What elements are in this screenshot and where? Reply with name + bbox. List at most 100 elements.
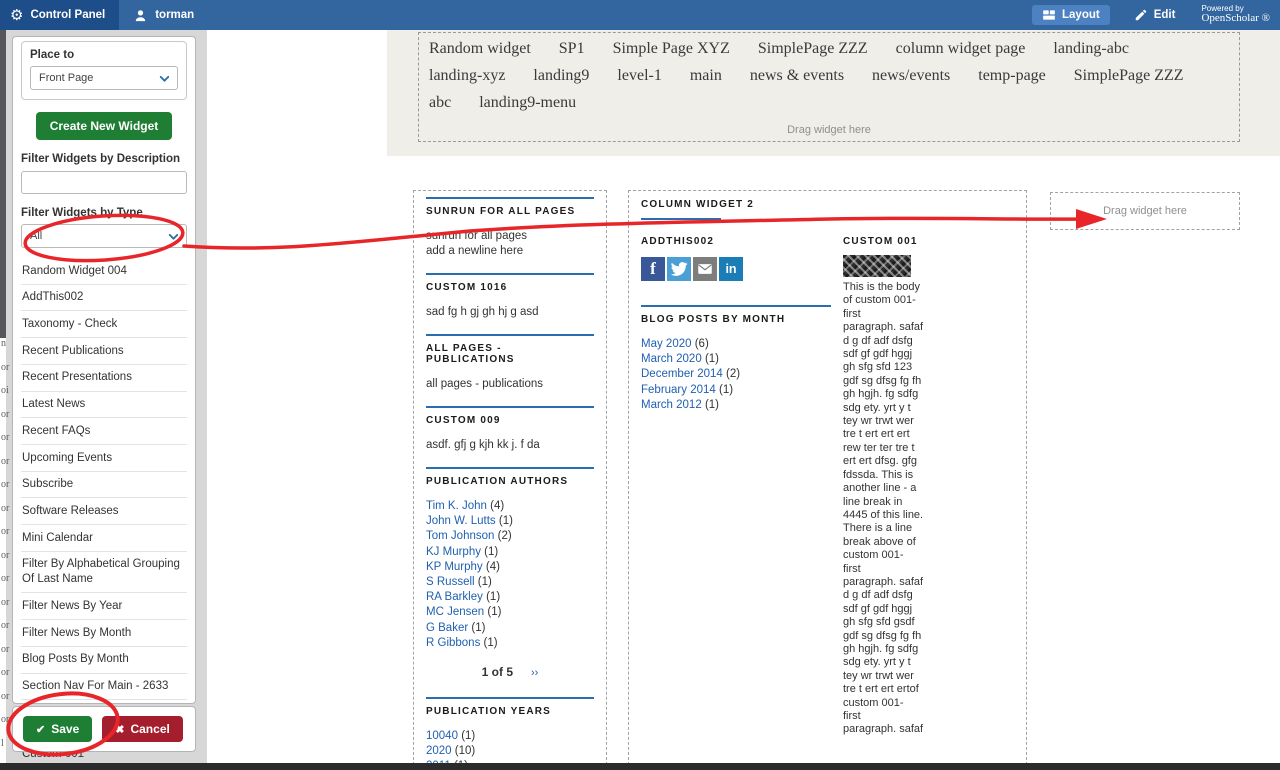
widget-list-item[interactable]: Recent Publications [21,338,187,365]
column-widget-2-left: ADDTHIS002 f in BLOG POSTS BY MONTH May [641,236,831,737]
chevron-down-icon [158,72,171,85]
widget-picker-panel: Place to Front Page Create New Widget Fi… [12,36,196,704]
facet-link[interactable]: March 2020 [641,353,702,365]
facet-link[interactable]: KJ Murphy [426,546,481,558]
menu-link[interactable]: news/events [872,67,950,85]
place-to-select[interactable]: Front Page [30,66,178,90]
facet-count: (6) [695,338,709,350]
widget-list-item[interactable]: Blog Posts By Month [21,647,187,674]
twitter-icon[interactable] [667,257,691,281]
menu-link[interactable]: column widget page [896,40,1026,58]
widget-list-item[interactable]: Mini Calendar [21,525,187,552]
blue-rule [641,218,721,220]
widget-title: ALL PAGES - PUBLICATIONS [426,343,594,365]
widget-list-item[interactable]: Filter By Alphabetical Grouping Of Last … [21,552,187,593]
widget-body: sad fg h gj gh hj g asd [426,305,594,320]
facet-link[interactable]: KP Murphy [426,561,483,573]
menu-link[interactable]: landing-xyz [429,67,505,85]
facet-count: (1) [461,730,475,742]
facet-link[interactable]: Tom Johnson [426,530,494,542]
menu-link[interactable]: landing9-menu [479,94,576,112]
control-panel-label: Control Panel [30,9,105,21]
layout-button[interactable]: Layout [1032,5,1110,25]
addthis-title: ADDTHIS002 [641,236,831,247]
facet-link[interactable]: March 2012 [641,399,702,411]
pager-next-link[interactable]: ›› [531,667,538,679]
pager-status: 1 of 5 [482,665,513,679]
publication-years-widget: PUBLICATION YEARS 10040 (1)2020 (10)2011… [426,697,594,770]
control-panel-tab[interactable]: ⚙ Control Panel [0,0,119,30]
user-menu[interactable]: torman [119,0,208,30]
facet-link[interactable]: R Gibbons [426,637,480,649]
menu-link[interactable]: temp-page [978,67,1046,85]
widget-block: SUNRUN FOR ALL PAGES sunrun for all page… [426,197,594,259]
facet-count: (1) [499,515,513,527]
filter-type-select[interactable]: All [21,224,187,248]
widget-list-item[interactable]: Latest News [21,392,187,419]
menu-link[interactable]: abc [429,94,451,112]
facet-link[interactable]: December 2014 [641,368,723,380]
drag-widget-here-label: Drag widget here [1103,205,1187,217]
facet-link[interactable]: RA Barkley [426,591,483,603]
layout-icon [1042,8,1056,22]
filter-type-label: Filter Widgets by Type [21,207,187,219]
menu-link[interactable]: news & events [750,67,844,85]
widget-list-item[interactable]: Software Releases [21,498,187,525]
widget-list-item[interactable]: Upcoming Events [21,445,187,472]
menu-link[interactable]: Random widget [429,40,531,58]
widget-list-item[interactable]: Filter News By Year [21,593,187,620]
facet-row: John W. Lutts (1) [426,514,594,529]
widget-list-item[interactable]: Recent FAQs [21,418,187,445]
facet-link[interactable]: 10040 [426,730,458,742]
menu-link[interactable]: main [690,67,722,85]
menu-link[interactable]: SP1 [559,40,585,58]
openscholar-brand: OpenScholar ® [1201,13,1270,25]
save-button[interactable]: ✔ Save [23,716,92,742]
facet-link[interactable]: May 2020 [641,338,692,350]
filter-description-label: Filter Widgets by Description [21,153,187,165]
facet-link[interactable]: Tim K. John [426,500,487,512]
powered-by-brand: Powered by OpenScholar ® [1199,5,1270,25]
menu-link[interactable]: SimplePage ZZZ [1074,67,1184,85]
linkedin-icon[interactable]: in [719,257,743,281]
cancel-button[interactable]: ✖ Cancel [102,716,183,742]
user-icon [133,8,148,23]
facet-link[interactable]: MC Jensen [426,606,484,618]
layout-editor-screen: ⚙ Control Panel torman Layout Edit Power… [0,0,1280,770]
facet-link[interactable]: 2020 [426,745,452,757]
widget-list-item[interactable]: Filter News By Month [21,620,187,647]
facet-link[interactable]: S Russell [426,576,475,588]
facet-link[interactable]: February 2014 [641,384,716,396]
menu-link[interactable]: landing-abc [1053,40,1129,58]
sidebar-widget-column[interactable]: SUNRUN FOR ALL PAGES sunrun for all page… [413,190,607,770]
facet-row: 2020 (10) [426,744,594,759]
create-new-widget-button[interactable]: Create New Widget [36,112,173,140]
drop-zone[interactable]: Drag widget here [1050,192,1240,230]
widget-list-item[interactable]: Subscribe [21,472,187,499]
widget-title: CUSTOM 1016 [426,282,594,293]
column-widget-2-region[interactable]: COLUMN WIDGET 2 ADDTHIS002 f in BLOG POS… [628,190,1027,770]
widget-list-item[interactable]: Section Nav For Main - 2633 [21,674,187,701]
filter-description-input[interactable] [21,171,187,194]
widget-body: asdf. gfj g kjh kk j. f da [426,438,594,453]
facebook-icon[interactable]: f [641,257,665,281]
email-icon[interactable] [693,257,717,281]
widget-list-item[interactable]: Recent Presentations [21,365,187,392]
facet-row: KJ Murphy (1) [426,545,594,560]
pencil-icon [1134,8,1148,22]
widget-title: BLOG POSTS BY MONTH [641,314,831,325]
widget-list-item[interactable]: Taxonomy - Check [21,311,187,338]
menu-link[interactable]: Simple Page XYZ [613,40,730,58]
menu-link[interactable]: SimplePage ZZZ [758,40,868,58]
edit-button[interactable]: Edit [1124,5,1186,25]
menu-link[interactable]: landing9 [533,67,589,85]
facet-link[interactable]: G Baker [426,622,468,634]
bottom-window-edge [0,763,1280,770]
widget-list-item[interactable]: Random Widget 004 [21,258,187,285]
column-widget-2-right: CUSTOM 001 This is the body of custom 00… [843,236,927,737]
facet-link[interactable]: John W. Lutts [426,515,496,527]
facet-count: (1) [705,399,719,411]
menu-link[interactable]: level-1 [617,67,661,85]
widget-list-item[interactable]: AddThis002 [21,285,187,312]
menu-widget-region[interactable]: Random widget SP1 Simple Page XYZ SimplePag… [418,32,1240,142]
